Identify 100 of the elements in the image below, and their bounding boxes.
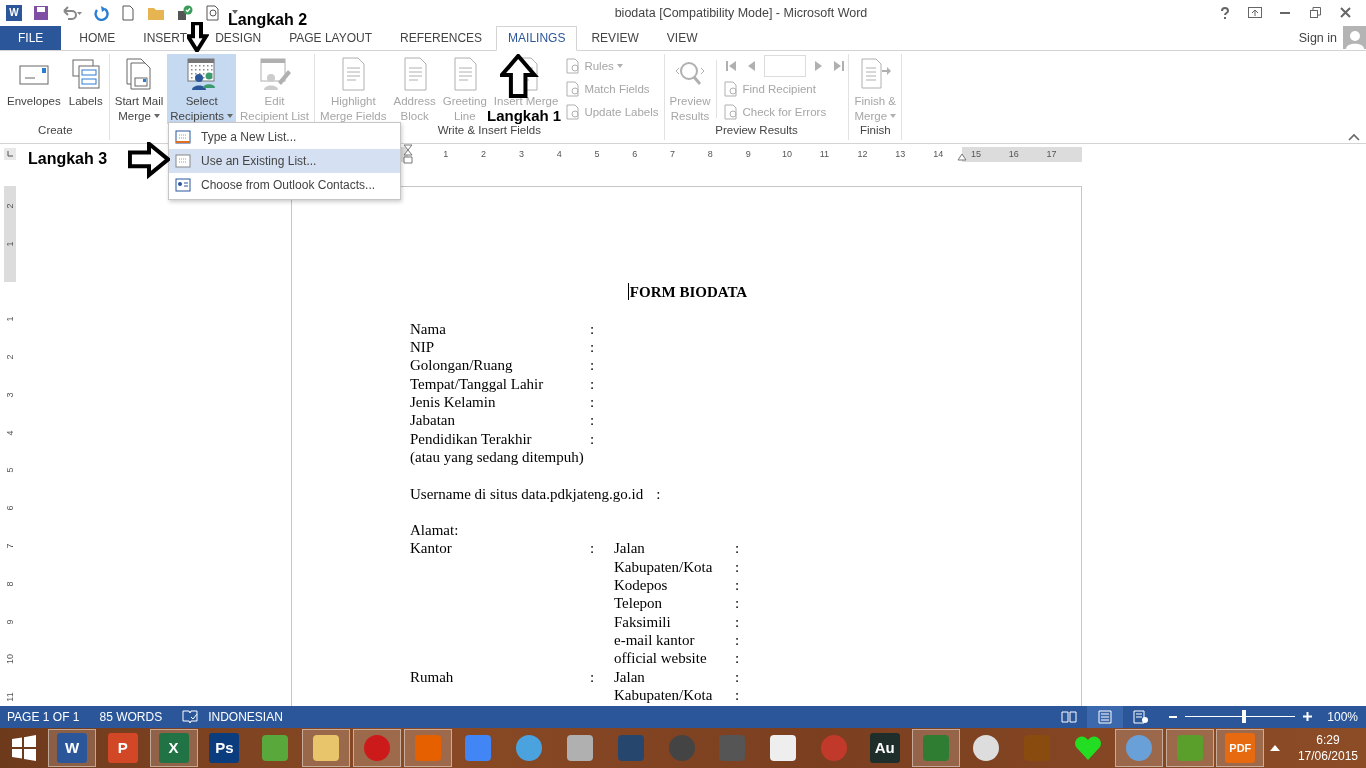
field-separator: :: [735, 594, 740, 613]
save-icon[interactable]: [33, 4, 49, 21]
zoom-level: 100%: [1327, 710, 1358, 724]
tab-selector[interactable]: [4, 147, 16, 160]
clock[interactable]: 6:29 17/06/2015: [1297, 732, 1358, 764]
app-icon: [361, 733, 392, 763]
taskbar-app[interactable]: [302, 729, 350, 767]
ribbon-button[interactable]: Envelopes: [4, 53, 64, 109]
field-separator: :: [735, 685, 740, 705]
field-separator: :: [590, 411, 596, 430]
minimize-icon: [1280, 11, 1290, 14]
app-icon: [666, 733, 697, 763]
first-record-icon[interactable]: [724, 58, 739, 73]
field-label: Golongan/Ruang: [410, 356, 514, 375]
app-icon: [818, 733, 849, 763]
ribbon-display-icon: [1248, 7, 1262, 19]
app-icon: [514, 733, 545, 763]
ribbon-button[interactable]: Labels: [64, 53, 107, 109]
zoom-in-button[interactable]: [1301, 710, 1314, 724]
field-separator: :: [590, 429, 596, 448]
minus-icon: [1169, 716, 1178, 718]
taskbar-app[interactable]: X: [149, 729, 198, 767]
select-recipients-button[interactable]: Select Recipients: [167, 53, 236, 124]
new-document-icon[interactable]: [120, 4, 136, 21]
field-note: (atau yang sedang ditempuh): [410, 447, 584, 467]
chevron-up-icon: [1348, 132, 1360, 141]
field-separator: :: [590, 393, 596, 412]
undo-icon[interactable]: [60, 4, 82, 21]
ribbon-tab[interactable]: MAILINGS: [496, 25, 578, 51]
menu-item[interactable]: Use an Existing List...: [169, 149, 400, 173]
right-indent-marker[interactable]: [957, 152, 967, 161]
record-field[interactable]: [764, 54, 807, 77]
taskbar-app[interactable]: [352, 729, 401, 767]
field-separator: :: [590, 539, 596, 558]
field-separator: :: [735, 557, 740, 577]
field-separator: :: [590, 667, 596, 686]
book-icon: [1061, 710, 1078, 724]
field-separator: :: [735, 539, 740, 558]
plus-icon: [1302, 712, 1312, 722]
menu-item[interactable]: Type a New List...: [169, 125, 400, 149]
taskbar-app[interactable]: Ps: [200, 729, 249, 767]
field-label: Nama: [410, 319, 447, 339]
field-label: Kantor: [410, 539, 453, 558]
taskbar-app[interactable]: [403, 729, 452, 767]
print-preview-icon[interactable]: [205, 4, 221, 21]
taskbar-app[interactable]: [1114, 729, 1163, 767]
zoom-thumb[interactable]: [1241, 710, 1246, 724]
text-cursor: [627, 282, 629, 300]
app-icon: [463, 733, 494, 763]
annotation-label: Langkah 3: [28, 151, 108, 167]
field-label: Kodepos: [614, 576, 669, 595]
app-icon: [564, 733, 595, 763]
field-separator: :: [735, 667, 740, 686]
sign-in-link[interactable]: Sign in: [1298, 30, 1337, 45]
group-label: Preview Results: [714, 123, 799, 138]
taskbar-app[interactable]: [911, 729, 960, 767]
group-label: Write & Insert Fields: [436, 123, 541, 138]
check-icon[interactable]: [176, 4, 194, 21]
redo-icon[interactable]: [93, 4, 109, 21]
app-icon: [311, 733, 341, 763]
field-separator: :: [590, 374, 596, 394]
field-label: Kabupaten/Kota: [614, 557, 714, 577]
app-icon: [412, 733, 443, 763]
last-record-icon[interactable]: [832, 58, 847, 73]
word-icon: W: [6, 4, 22, 21]
taskbar-app[interactable]: W: [48, 729, 96, 767]
app-icon: Au: [869, 733, 900, 763]
window-title: biodata [Compatibility Mode] - Microsoft Word: [614, 5, 868, 20]
field-label: Tempat/Tanggal Lahir: [410, 374, 545, 394]
app-icon: [615, 733, 646, 763]
document-arrow-icon: [858, 55, 893, 92]
field-label: Jalan: [614, 667, 646, 686]
app-icon: [920, 733, 951, 763]
page-count: PAGE 1 OF 1: [7, 710, 80, 724]
taskbar-app[interactable]: Au: [860, 729, 909, 767]
field-label: Jabatan: [410, 411, 456, 430]
indent-marker[interactable]: [403, 143, 413, 164]
app-icon: [717, 733, 748, 763]
app-icon: [1174, 733, 1205, 763]
left-tab-icon: [7, 150, 13, 157]
app-icon: [260, 733, 291, 763]
field-label: Jenis Kelamin: [410, 393, 497, 412]
field-label: Telepon: [614, 594, 664, 613]
menu-item[interactable]: Choose from Outlook Contacts...: [169, 173, 400, 197]
field-label: Jalan: [614, 539, 646, 558]
arrow-icon: [187, 22, 209, 52]
ribbon-button[interactable]: Start Mail Merge: [111, 53, 167, 124]
ribbon-tab[interactable]: FILE: [0, 25, 62, 50]
taskbar-app[interactable]: P: [98, 729, 147, 767]
taskbar-app[interactable]: [1165, 729, 1214, 767]
field-separator: :: [735, 576, 740, 595]
show-hidden-icons[interactable]: [1269, 745, 1280, 751]
app-icon: X: [158, 733, 189, 763]
app-icon: P: [107, 733, 138, 763]
proofing-icon[interactable]: [182, 710, 199, 724]
windows-logo: [11, 735, 37, 761]
print-layout-button[interactable]: [1087, 706, 1124, 728]
section-heading: Alamat:: [410, 521, 459, 540]
app-icon: PDF: [1225, 733, 1256, 763]
language-indicator: INDONESIAN: [208, 710, 283, 724]
